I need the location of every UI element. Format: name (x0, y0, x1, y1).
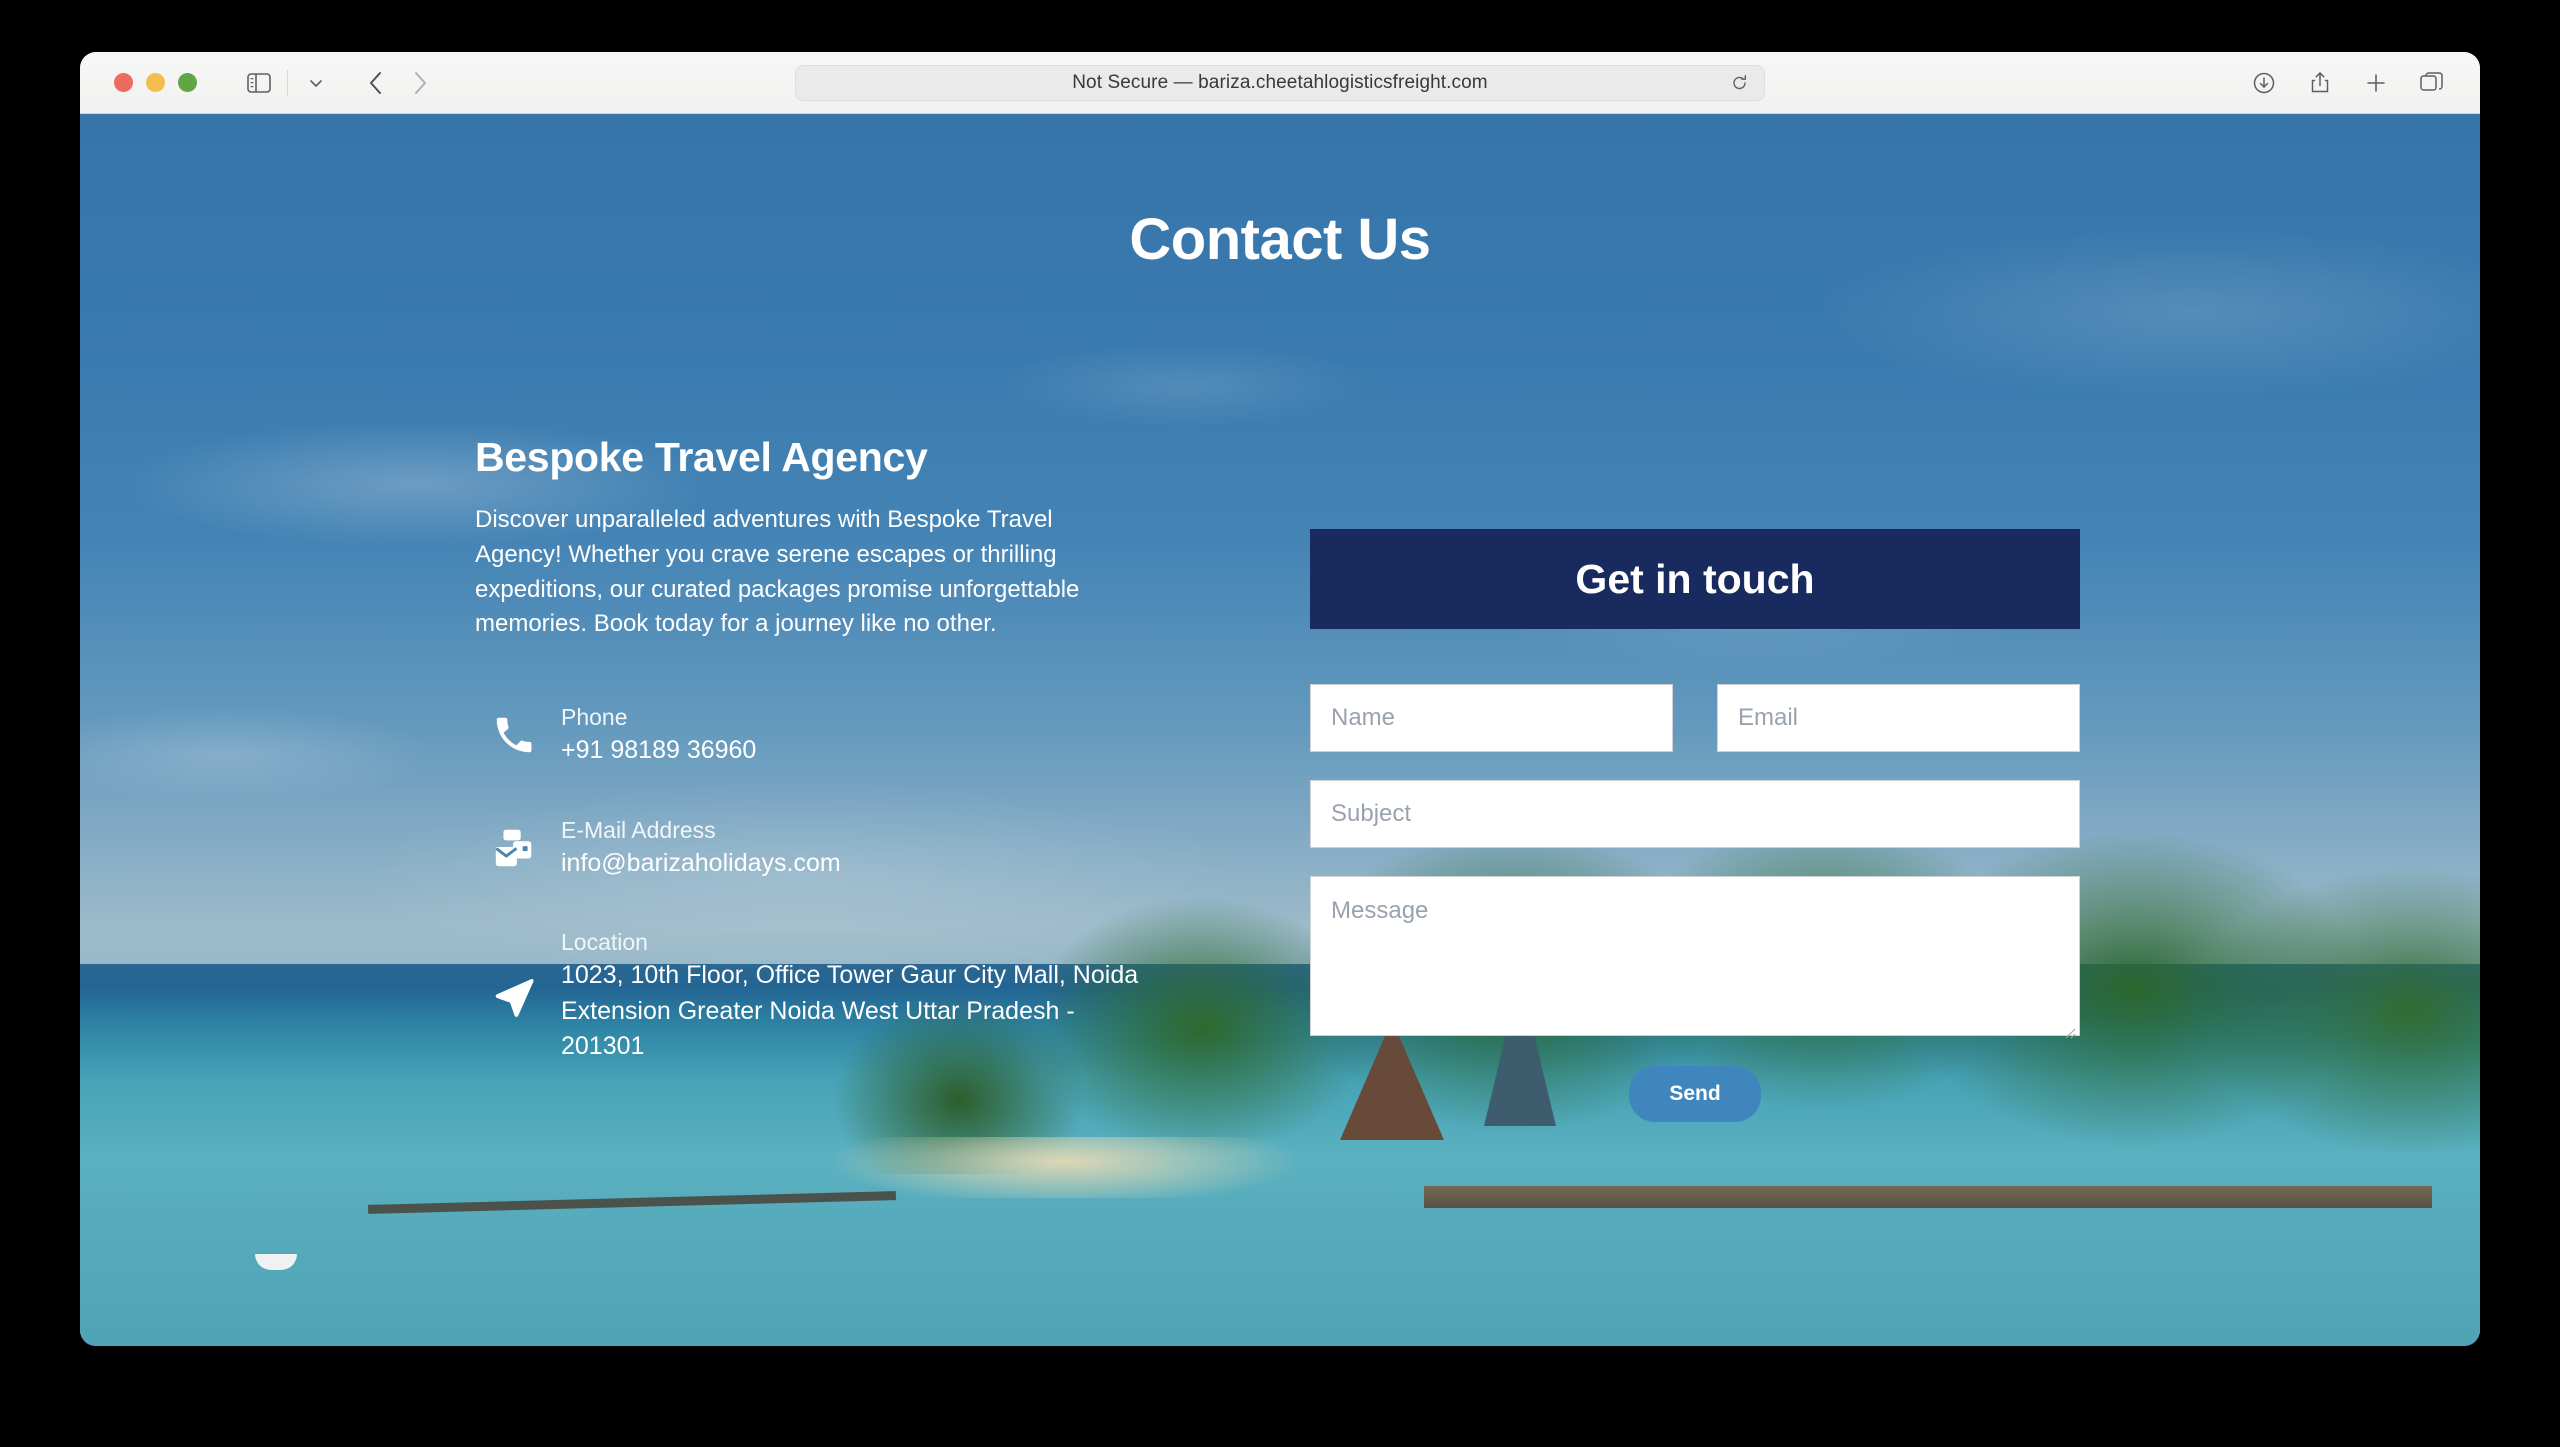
name-email-row: Name Email (1310, 684, 2080, 752)
location-label: Location (561, 929, 648, 956)
sidebar-icon[interactable] (237, 63, 281, 103)
location-value: 1023, 10th Floor, Office Tower Gaur City… (561, 961, 1139, 1061)
subject-row: Subject (1310, 780, 2080, 848)
form-header: Get in touch (1310, 529, 2080, 629)
address-bar[interactable]: Not Secure — bariza.cheetahlogisticsfrei… (795, 64, 1765, 101)
back-button[interactable] (354, 63, 398, 103)
send-row: Send (1310, 1066, 2080, 1122)
agency-info-column: Bespoke Travel Agency Discover unparalle… (475, 434, 1155, 1111)
url-text: Not Secure — bariza.cheetahlogisticsfrei… (1072, 71, 1488, 93)
subject-input[interactable]: Subject (1310, 780, 2080, 848)
zoom-window-button[interactable] (178, 73, 197, 92)
page-viewport: Contact Us Bespoke Travel Agency Discove… (80, 114, 2480, 1346)
name-input[interactable]: Name (1310, 684, 1673, 752)
agency-name: Bespoke Travel Agency (475, 434, 928, 480)
browser-window: Not Secure — bariza.cheetahlogisticsfrei… (80, 52, 2480, 1346)
contact-form: Get in touch Name Email Subject Message (1310, 529, 2080, 1122)
message-placeholder: Message (1331, 897, 1429, 924)
email-text-block: E-Mail Address info@barizaholidays.com (553, 815, 841, 882)
close-window-button[interactable] (114, 73, 133, 92)
location-icon (475, 972, 553, 1020)
contact-item-email: E-Mail Address info@barizaholidays.com (475, 815, 1155, 882)
navigation-controls (237, 63, 442, 103)
toolbar-right-group (2242, 63, 2454, 103)
chevron-down-icon[interactable] (294, 63, 338, 103)
contact-item-phone: Phone +91 98189 36960 (475, 702, 1155, 769)
forward-button[interactable] (398, 63, 442, 103)
browser-toolbar: Not Secure — bariza.cheetahlogisticsfrei… (80, 52, 2480, 114)
email-value[interactable]: info@barizaholidays.com (561, 846, 841, 882)
agency-description: Discover unparalleled adventures with Be… (475, 506, 1080, 638)
resize-handle-icon[interactable] (2062, 1018, 2076, 1039)
window-controls (114, 73, 197, 92)
email-icon (475, 825, 553, 871)
toolbar-divider (287, 69, 288, 96)
phone-icon (475, 712, 553, 758)
location-text-block: Location 1023, 10th Floor, Office Tower … (553, 927, 1155, 1065)
minimize-window-button[interactable] (146, 73, 165, 92)
page-title: Contact Us (1129, 207, 1431, 272)
phone-text-block: Phone +91 98189 36960 (553, 702, 756, 769)
new-tab-icon[interactable] (2354, 63, 2398, 103)
page-content: Contact Us Bespoke Travel Agency Discove… (80, 114, 2480, 1346)
downloads-icon[interactable] (2242, 63, 2286, 103)
share-icon[interactable] (2298, 63, 2342, 103)
reload-icon[interactable] (1731, 74, 1748, 91)
email-label: E-Mail Address (561, 816, 716, 843)
phone-value[interactable]: +91 98189 36960 (561, 733, 756, 769)
contact-list: Phone +91 98189 36960 E-Mail Address inf… (475, 702, 1155, 1065)
message-input[interactable]: Message (1310, 876, 2080, 1039)
email-input[interactable]: Email (1717, 684, 2080, 752)
send-button[interactable]: Send (1629, 1066, 1761, 1122)
form-fields: Name Email Subject Message Send (1310, 684, 2080, 1122)
phone-label: Phone (561, 704, 628, 731)
tab-overview-icon[interactable] (2410, 63, 2454, 103)
contact-item-location: Location 1023, 10th Floor, Office Tower … (475, 927, 1155, 1065)
